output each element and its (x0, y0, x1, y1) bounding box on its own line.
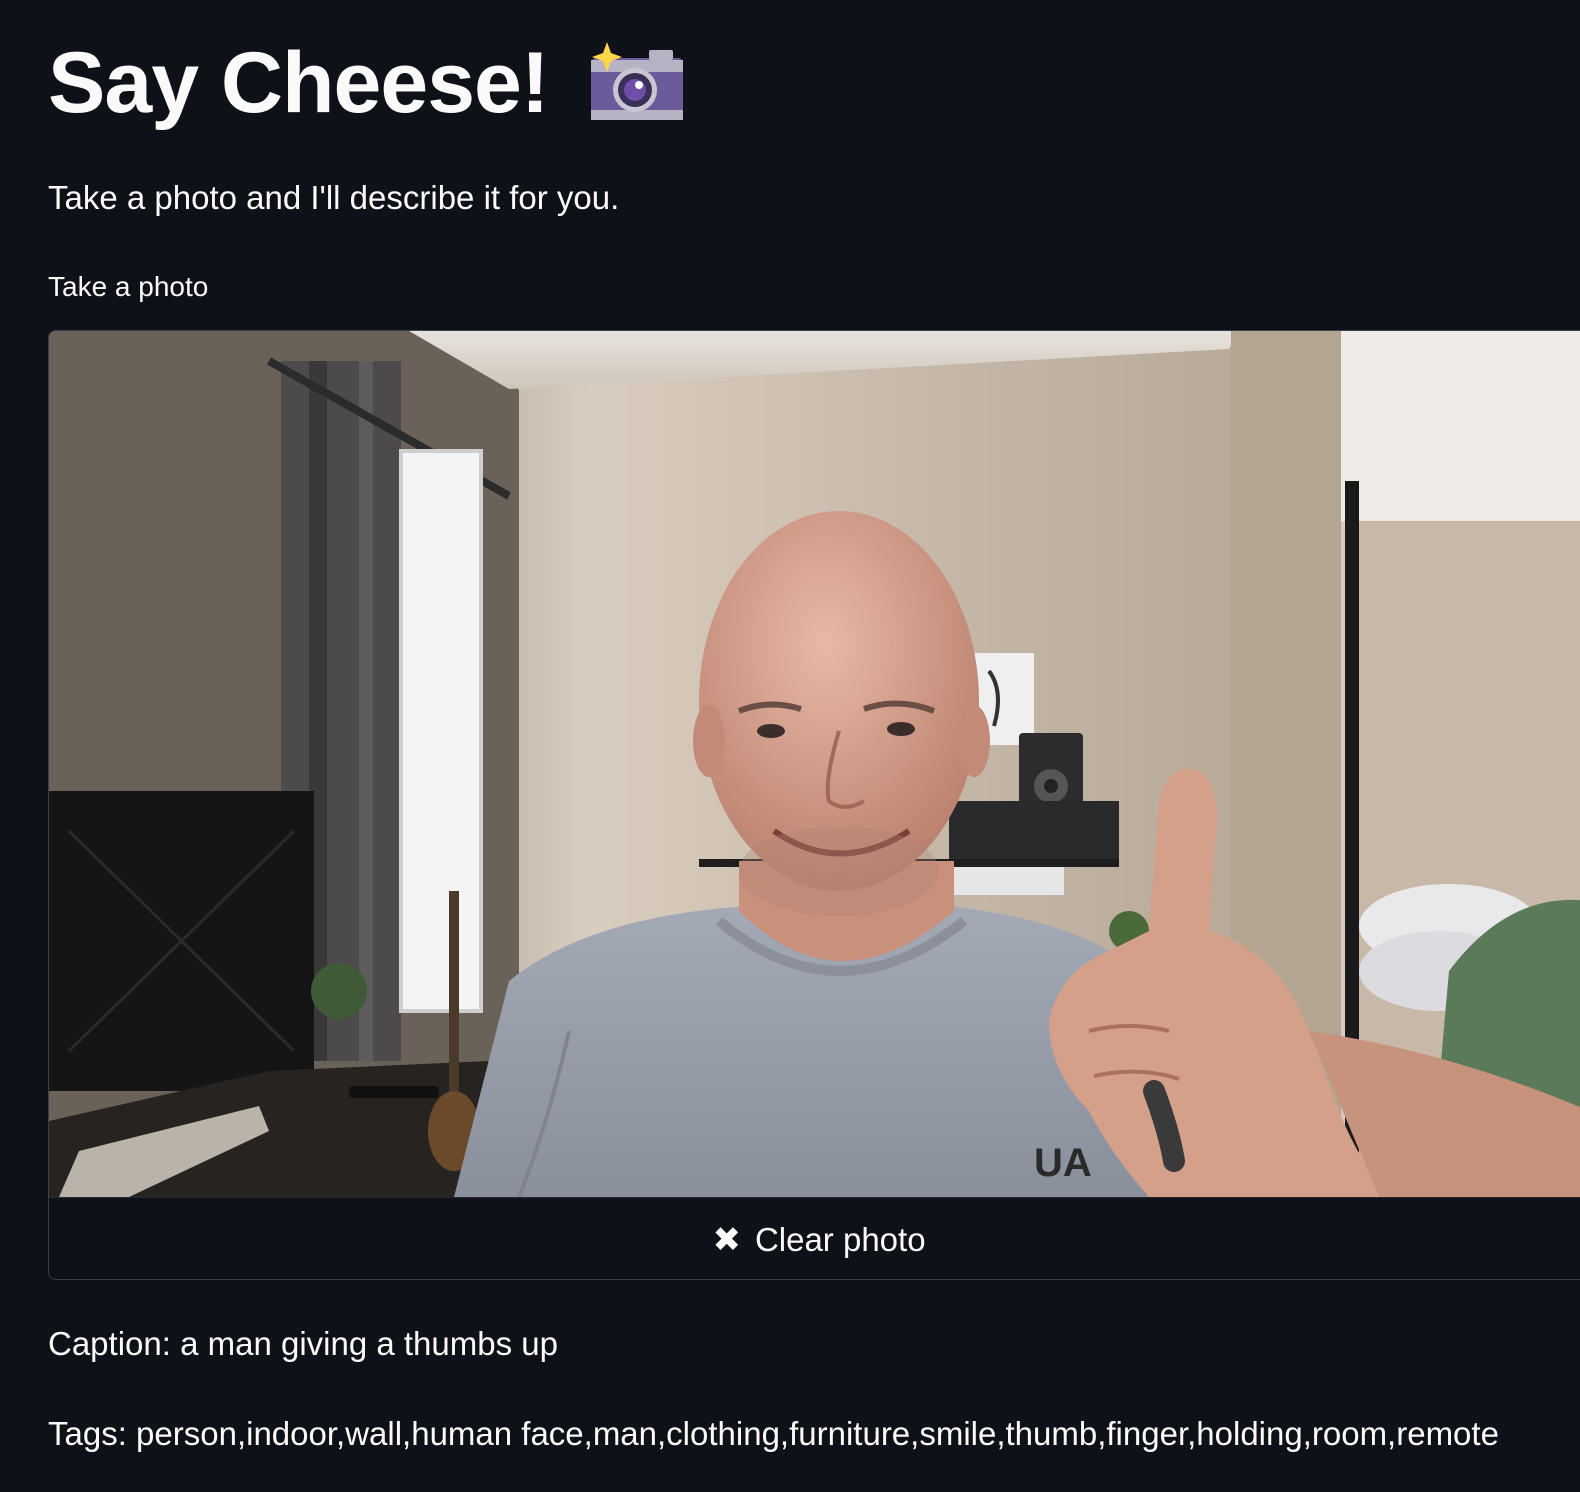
close-icon: ✖ (712, 1220, 741, 1259)
captured-photo: UA (49, 331, 1580, 1197)
clear-photo-button[interactable]: ✖ Clear photo (49, 1197, 1580, 1279)
camera-input: UA ✖ Clear photo (48, 330, 1580, 1280)
intro-text: Take a photo and I'll describe it for yo… (48, 179, 620, 216)
clear-photo-label: Clear photo (754, 1221, 926, 1258)
svg-text:UA: UA (1034, 1141, 1092, 1185)
caption-text: Caption: a man giving a thumbs up (48, 1325, 558, 1362)
app-page: Say Cheese! Take a photo and I'll descri… (0, 0, 1580, 1492)
tags-text: Tags: person,indoor,wall,human face,man,… (48, 1415, 1499, 1452)
camera-input-label: Take a photo (48, 271, 209, 302)
camera-with-flash-icon (587, 38, 687, 128)
page-title: Say Cheese! (48, 35, 550, 131)
header: Say Cheese! (48, 28, 687, 138)
